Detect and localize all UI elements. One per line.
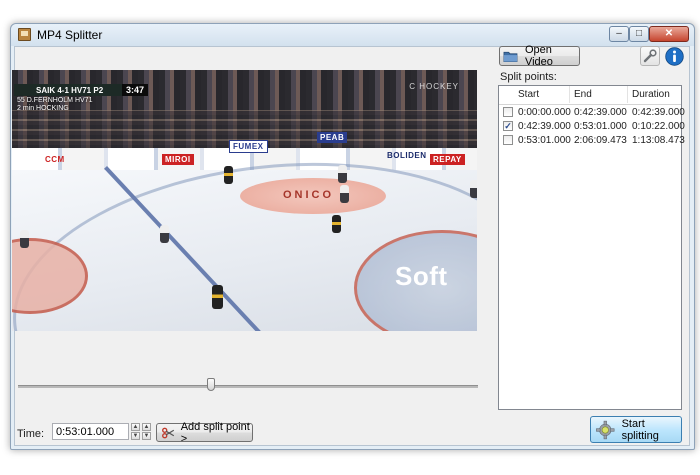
video-ice-logo: ONICO xyxy=(283,189,335,201)
minute-down-arrow[interactable]: ▼ xyxy=(142,432,151,440)
settings-button[interactable] xyxy=(640,46,660,66)
split-start: 0:00:00.000 xyxy=(518,107,571,118)
video-ad: BOLIDEN xyxy=(387,151,427,160)
app-icon xyxy=(18,28,31,41)
title-bar[interactable]: MP4 Splitter – □ ✕ xyxy=(11,24,694,46)
time-label: Time: xyxy=(17,428,45,440)
close-button[interactable]: ✕ xyxy=(649,26,689,42)
split-end: 0:53:01.000 xyxy=(574,121,627,132)
scoreboard-teams: SAIK 4-1 HV71 P2 xyxy=(36,86,104,95)
broadcast-watermark: C HOCKEY xyxy=(409,82,459,91)
split-end: 0:42:39.000 xyxy=(574,107,627,118)
split-start: 0:53:01.000 xyxy=(518,135,571,146)
video-ice-logo: Soft xyxy=(395,261,448,291)
video-player xyxy=(160,225,169,243)
column-header-duration[interactable]: Duration xyxy=(632,89,670,100)
open-video-button[interactable]: Open Video xyxy=(499,44,580,68)
video-ad: FUMEX xyxy=(229,140,268,153)
split-duration: 0:42:39.000 xyxy=(632,107,685,118)
seek-slider-thumb[interactable] xyxy=(207,378,216,391)
video-ad: REPAY xyxy=(430,154,465,165)
video-player xyxy=(332,215,341,233)
window-title: MP4 Splitter xyxy=(37,28,103,42)
open-video-label: Open Video xyxy=(524,44,553,68)
minute-up-arrow[interactable]: ▲ xyxy=(142,423,151,431)
split-points-list[interactable]: Start End Duration 0:00:00.000 0:42:39.0… xyxy=(498,85,685,410)
add-split-point-button[interactable]: Add split point > xyxy=(156,420,253,445)
column-divider[interactable] xyxy=(627,86,628,103)
split-point-checkbox[interactable] xyxy=(503,135,513,145)
seek-slider-track[interactable] xyxy=(18,385,478,388)
column-header-end[interactable]: End xyxy=(574,89,592,100)
video-player xyxy=(338,165,347,183)
about-button[interactable] xyxy=(664,46,684,66)
penalty-info: 55 D.FERNHOLM HV71 2 min HOCKING xyxy=(17,97,92,113)
video-player xyxy=(212,285,223,309)
split-point-checkbox[interactable]: ✓ xyxy=(503,121,513,131)
scissors-icon xyxy=(162,427,175,438)
column-header-start[interactable]: Start xyxy=(518,89,539,100)
video-ad: CCM xyxy=(45,155,65,164)
hour-down-arrow[interactable]: ▼ xyxy=(131,432,140,440)
video-ad: MIROI xyxy=(162,154,194,165)
wrench-icon xyxy=(643,49,657,63)
info-icon xyxy=(664,46,684,66)
split-duration: 1:13:08.473 xyxy=(632,135,685,146)
split-point-row[interactable]: 0:53:01.000 2:06:09.473 1:13:08.473 xyxy=(499,133,685,148)
split-point-checkbox[interactable] xyxy=(503,107,513,117)
video-ad: PEAB xyxy=(317,132,348,143)
video-scoreboard: SAIK 4-1 HV71 P2 3:47 xyxy=(14,84,148,96)
split-end: 2:06:09.473 xyxy=(574,135,627,146)
minimize-button[interactable]: – xyxy=(609,26,629,42)
penalty-line: 55 D.FERNHOLM HV71 xyxy=(17,97,93,104)
scoreboard-clock: 3:47 xyxy=(122,84,148,96)
start-splitting-label: Start splitting xyxy=(621,417,659,442)
split-point-row[interactable]: 0:00:00.000 0:42:39.000 0:42:39.000 xyxy=(499,105,685,120)
maximize-button[interactable]: □ xyxy=(629,26,649,42)
penalty-line: 2 min HOCKING xyxy=(17,105,69,112)
video-player xyxy=(340,185,349,203)
time-input[interactable] xyxy=(52,423,129,440)
split-point-row[interactable]: ✓ 0:42:39.000 0:53:01.000 0:10:22.000 xyxy=(499,119,685,134)
gear-icon xyxy=(596,420,615,439)
video-player xyxy=(224,166,233,184)
folder-icon xyxy=(503,51,518,62)
split-points-label: Split points: xyxy=(500,71,557,83)
video-player xyxy=(470,180,477,198)
add-split-point-label: Add split point > xyxy=(180,420,250,445)
list-header: Start End Duration xyxy=(499,86,681,105)
split-duration: 0:10:22.000 xyxy=(632,121,685,132)
split-start: 0:42:39.000 xyxy=(518,121,571,132)
start-splitting-button[interactable]: Start splitting xyxy=(590,416,682,443)
video-preview[interactable]: FUMEX CCM MIROI PEAB BOLIDEN REPAY ONICO… xyxy=(12,70,477,331)
column-divider[interactable] xyxy=(569,86,570,103)
video-player xyxy=(20,230,29,248)
hour-up-arrow[interactable]: ▲ xyxy=(131,423,140,431)
